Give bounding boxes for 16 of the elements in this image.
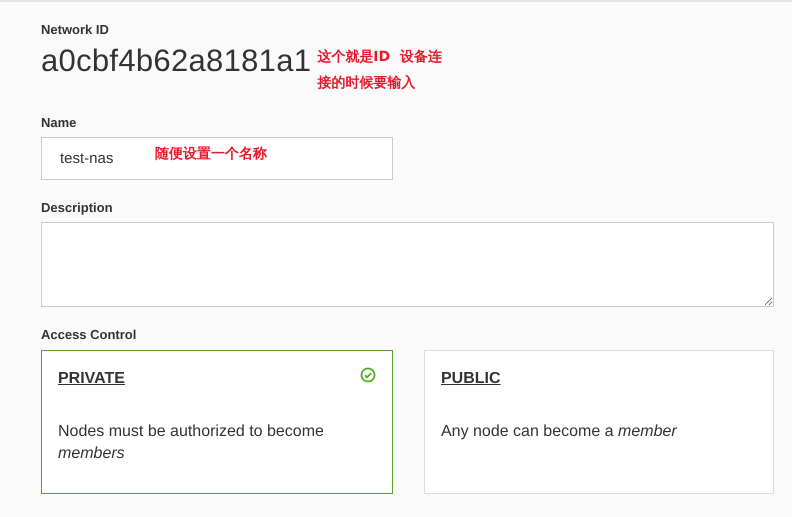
option-description: Any node can become a member — [441, 422, 678, 442]
field-label: Name — [41, 114, 78, 131]
annotation-text: 接的时候要输入 — [317, 74, 416, 93]
field-label: Access Control — [41, 326, 138, 343]
field-label: Network ID — [41, 21, 110, 38]
check-circle-icon — [360, 367, 376, 383]
field-label: Description — [41, 199, 114, 216]
option-title: PRIVATE — [58, 369, 125, 389]
option-description: Nodes must be authorized to become members — [58, 422, 325, 464]
option-card[interactable]: PUBLIC Any node can become a member — [424, 350, 774, 494]
description-field[interactable] — [41, 222, 774, 307]
annotation-text: 随便设置一个名称 — [155, 145, 267, 164]
option-card[interactable]: PRIVATE Nodes must be authorized to become members — [41, 350, 393, 494]
network-id: a0cbf4b62a8181a1 — [41, 42, 312, 80]
option-title: PUBLIC — [441, 369, 501, 389]
annotation-text: 这个就是ID 设备连 — [317, 48, 442, 67]
